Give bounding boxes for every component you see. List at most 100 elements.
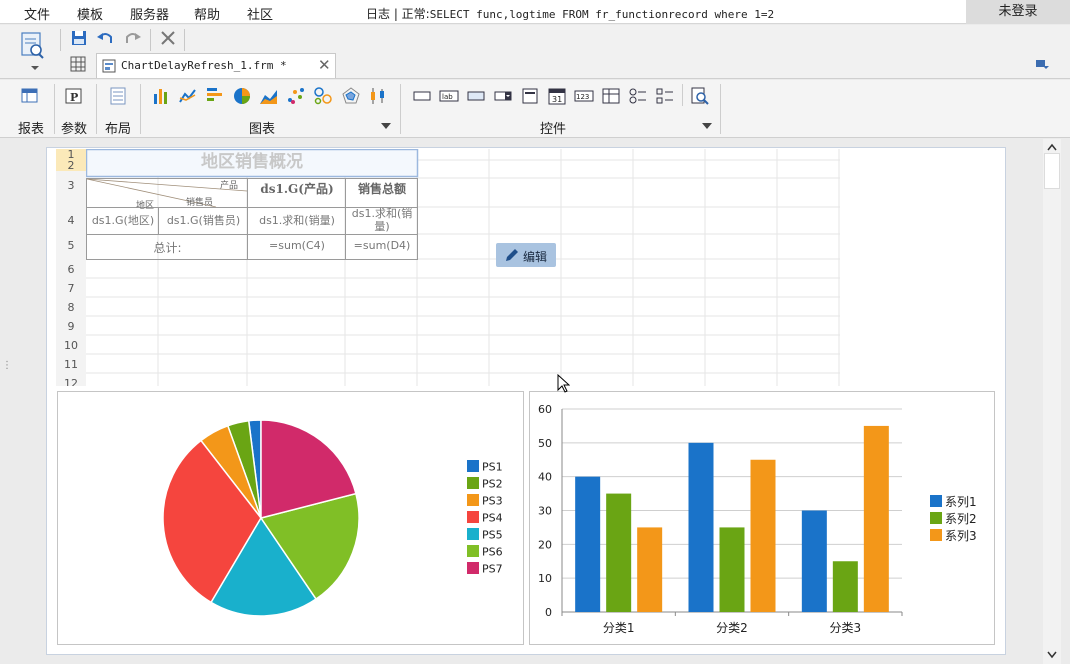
pie-legend-swatch	[467, 545, 479, 557]
redo-button[interactable]	[124, 29, 142, 47]
save-icon	[72, 31, 86, 45]
mouse-cursor-icon	[557, 374, 570, 393]
date-widget[interactable]: 31	[547, 86, 567, 106]
row-header[interactable]: 2	[56, 160, 86, 171]
edit-button[interactable]: 编辑	[496, 243, 556, 267]
bar-分类2-系列3	[750, 459, 776, 612]
row-header[interactable]: 9	[56, 320, 86, 334]
region-cell[interactable]: ds1.G(地区)	[87, 212, 159, 228]
pie-legend-label: PS1	[482, 461, 503, 474]
chart-more-dropdown-icon[interactable]	[381, 122, 391, 130]
widget-group-label: 控件	[540, 122, 567, 137]
scroll-down-icon[interactable]	[1047, 651, 1057, 659]
tab-label: ChartDelayRefresh_1.frm *	[121, 59, 287, 72]
layout-button[interactable]	[108, 86, 128, 106]
horizontal-bar-chart-icon	[207, 88, 222, 101]
stock-chart-button[interactable]	[368, 86, 388, 106]
frame-widget[interactable]	[520, 86, 540, 106]
pie-legend-label: PS3	[482, 495, 503, 508]
line-chart-button[interactable]	[178, 86, 198, 106]
login-button[interactable]: 未登录	[966, 0, 1070, 24]
checkbox-group-widget[interactable]	[655, 86, 675, 106]
area-chart-button[interactable]	[259, 86, 279, 106]
report-button[interactable]	[20, 86, 40, 106]
bubble-chart-icon	[314, 87, 332, 105]
tab-close-icon[interactable]: ✕	[318, 56, 331, 74]
row-header[interactable]: 7	[56, 282, 86, 296]
tree-widget[interactable]	[601, 86, 621, 106]
x-tick-label: 分类1	[603, 621, 635, 635]
total-label-cell[interactable]: 总计:	[87, 239, 248, 256]
sum-sales-cell[interactable]: ds1.求和(销 量)	[346, 207, 418, 233]
log-status[interactable]: 日志 | 正常:SELECT func,logtime FROM fr_func…	[366, 5, 774, 22]
y-tick-label: 30	[538, 505, 552, 518]
report-icon	[21, 88, 38, 103]
tab-chartdelayrefresh[interactable]: ChartDelayRefresh_1.frm * ✕	[96, 53, 336, 78]
search-widget[interactable]	[690, 86, 710, 106]
redo-icon	[126, 33, 141, 43]
salesman-cell[interactable]: ds1.G(销售员)	[159, 212, 248, 228]
menu-help[interactable]: 帮助	[194, 4, 220, 23]
param-button[interactable]: P	[64, 86, 84, 106]
vertical-scrollbar[interactable]	[1043, 139, 1061, 664]
sum-qty-cell[interactable]: ds1.求和(销量)	[248, 212, 346, 228]
grid-add-icon	[70, 56, 86, 72]
textbox-widget[interactable]	[466, 86, 486, 106]
undo-button[interactable]	[96, 29, 114, 47]
param-label[interactable]: 参数	[61, 118, 87, 137]
report-label[interactable]: 报表	[18, 118, 44, 137]
header-product-cell[interactable]: ds1.G(产品)	[248, 180, 346, 197]
scatter-chart-button[interactable]	[286, 86, 306, 106]
bar-chart-widget[interactable]: 0 10 20 30 40 50 60 分类1 分类2 分类3 系列1 系列2 系列3	[529, 391, 995, 645]
row-header[interactable]: 5	[56, 239, 86, 253]
save-button[interactable]	[70, 29, 88, 47]
menu-template[interactable]: 模板	[77, 4, 103, 23]
column-chart-button[interactable]	[152, 86, 172, 106]
number-widget[interactable]: 123	[574, 86, 594, 106]
header-total-cell[interactable]: 销售总额	[346, 180, 418, 197]
menu-community[interactable]: 社区	[247, 4, 273, 23]
report-grid[interactable]	[86, 149, 840, 386]
row-header[interactable]: 3	[56, 179, 86, 193]
horizontal-bar-button[interactable]	[205, 86, 225, 106]
row-header[interactable]: 10	[56, 339, 86, 353]
sum-c4-cell[interactable]: =sum(C4)	[248, 239, 346, 252]
scroll-up-icon[interactable]	[1047, 143, 1057, 151]
y-tick-label: 0	[545, 606, 552, 619]
menu-server[interactable]: 服务器	[130, 4, 169, 23]
tab-list-menu-icon[interactable]	[1035, 57, 1049, 74]
report-title[interactable]: 地区销售概况	[86, 149, 418, 176]
row-header[interactable]: 12	[56, 377, 86, 386]
y-tick-label: 50	[538, 437, 552, 450]
drag-handle-icon[interactable]: ⋮	[2, 360, 12, 374]
new-form-button[interactable]	[70, 56, 88, 74]
pie-chart-widget[interactable]: PS1 PS2 PS3 PS4 PS5 PS6 PS7	[57, 391, 524, 645]
label-widget-text: lab	[442, 93, 453, 101]
row-header[interactable]: 11	[56, 358, 86, 372]
pie-legend-label: PS2	[482, 478, 503, 491]
pie-chart-button[interactable]	[232, 86, 252, 106]
row-header[interactable]: 6	[56, 263, 86, 277]
layout-label[interactable]: 布局	[105, 118, 131, 137]
button-widget[interactable]	[412, 86, 432, 106]
slash-header-bottom: 地区	[136, 201, 155, 211]
combobox-widget[interactable]	[493, 86, 513, 106]
menu-file[interactable]: 文件	[24, 4, 50, 23]
row-header[interactable]: 8	[56, 301, 86, 315]
radar-chart-button[interactable]	[341, 86, 361, 106]
log-status-sql: SELECT func,logtime FROM fr_functionreco…	[429, 8, 775, 21]
radio-group-widget[interactable]	[628, 86, 648, 106]
ribbon-separator	[140, 84, 141, 134]
template-search-button[interactable]	[14, 29, 54, 75]
radar-chart-icon	[342, 87, 360, 104]
undo-icon	[97, 33, 112, 43]
sum-d4-cell[interactable]: =sum(D4)	[346, 239, 418, 252]
bubble-chart-button[interactable]	[313, 86, 333, 106]
delete-button[interactable]	[159, 29, 177, 47]
scrollbar-thumb[interactable]	[1044, 153, 1060, 189]
x-tick-label: 分类3	[830, 621, 862, 635]
row-header[interactable]: 4	[56, 214, 86, 228]
label-widget[interactable]: lab	[439, 86, 459, 106]
slash-header-middle: 销售员	[186, 198, 214, 208]
widget-more-dropdown-icon[interactable]	[702, 122, 712, 130]
